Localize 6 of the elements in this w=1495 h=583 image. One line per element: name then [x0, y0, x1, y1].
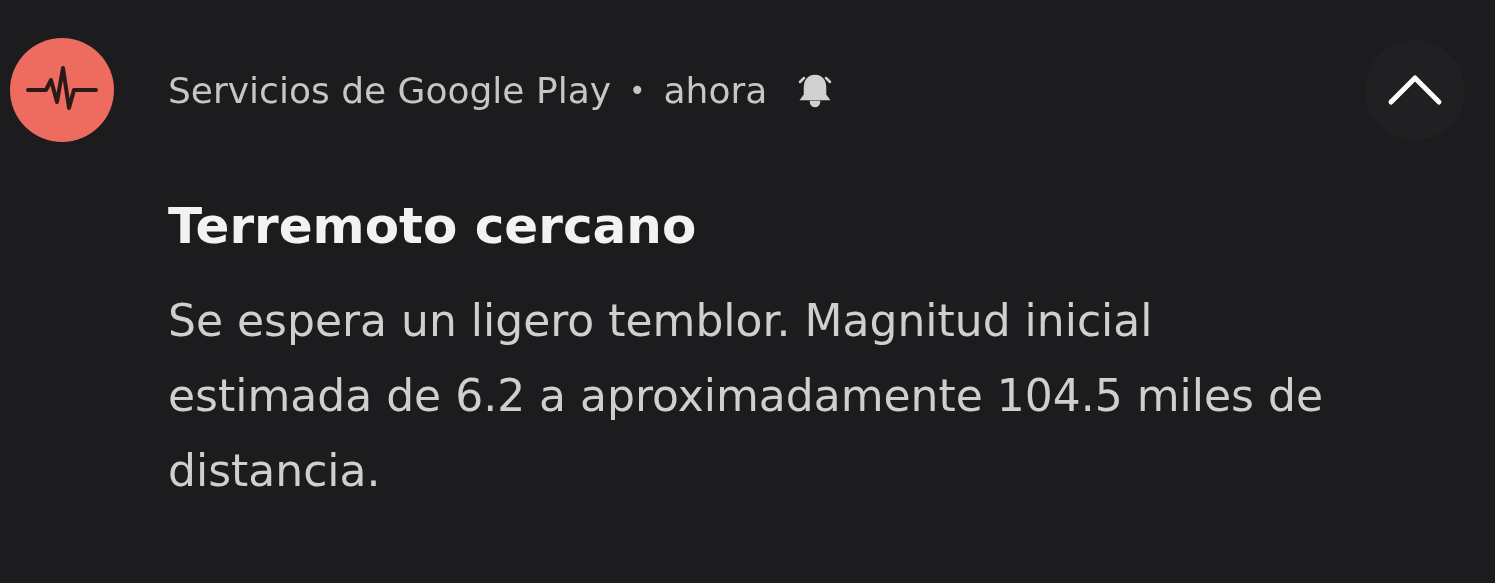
notification-title: Terremoto cercano — [168, 197, 698, 255]
timestamp: ahora — [663, 69, 768, 111]
separator-dot: • — [629, 73, 646, 107]
notification-message: Se espera un ligero temblor. Magnitud inicial estimada de 6.2 a aproximadamente 104.5 miles de distancia. — [168, 294, 1324, 498]
heartbeat-icon — [10, 38, 114, 142]
app-name: Servicios de Google Play — [168, 69, 612, 111]
